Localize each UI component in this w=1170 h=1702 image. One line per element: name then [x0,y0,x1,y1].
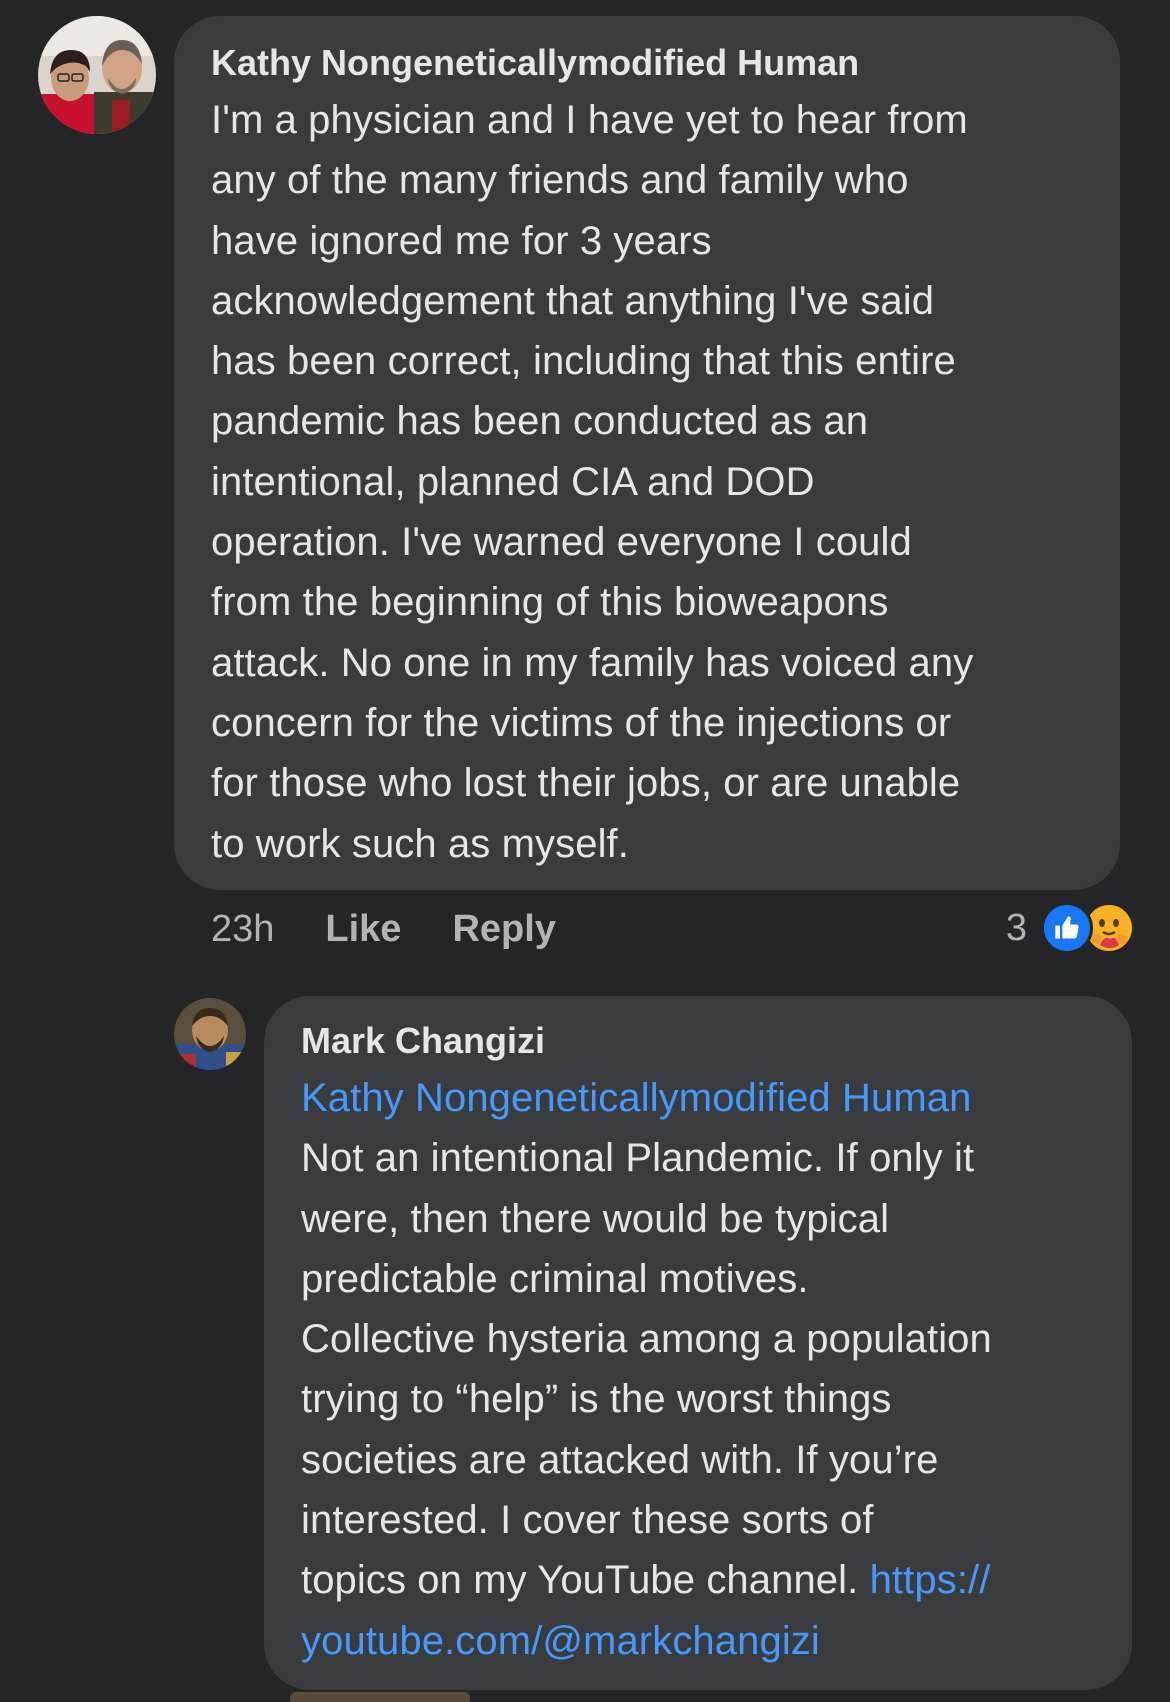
comment-line: has been correct, including that this en… [211,339,956,384]
youtube-link-part2[interactable]: youtube.com/@markchangizi [301,1619,820,1663]
comment-actions: 23h Like Reply [211,904,556,954]
comment-line: intentional, planned CIA and DOD [211,459,815,504]
reply-line: societies are attacked with. If you’re [301,1437,939,1482]
like-button[interactable]: Like [325,908,401,951]
comment-bubble: Kathy Nongeneticallymodified Human I'm a… [174,16,1120,890]
reply-line: Not an intentional Plandemic. If only it [301,1136,975,1181]
reply-line: Collective hysteria among a population [301,1317,992,1362]
reply-line: trying to “help” is the worst things [301,1377,892,1422]
reaction-count: 3 [1005,906,1027,949]
avatar-mark[interactable] [174,998,246,1070]
reply-body: Kathy Nongeneticallymodified Human Not a… [301,1068,1102,1671]
comment-line: have ignored me for 3 years [211,218,712,263]
avatar-photo [38,16,156,134]
reaction-summary[interactable]: 3 [1006,902,1135,954]
comment-line: pandemic has been conducted as an [211,399,869,444]
comment-line: for those who lost their jobs, or are un… [211,761,961,806]
next-comment-avatar-peek [290,1692,470,1702]
comment-author[interactable]: Kathy Nongeneticallymodified Human [211,40,1080,86]
reply-line: predictable criminal motives. [301,1256,809,1301]
mention-link[interactable]: Kathy Nongeneticallymodified Human [301,1076,971,1120]
reply-line: were, then there would be typical [301,1196,890,1241]
reply-button[interactable]: Reply [452,908,555,951]
comment-line: any of the many friends and family who [211,158,909,203]
thumbs-up-glyph [1055,916,1079,939]
comment-line: concern for the victims of the injection… [211,700,952,745]
comment-line: I'm a physician and I have yet to hear f… [211,98,968,142]
reply-bubble: Mark Changizi Kathy Nongeneticallymodifi… [264,996,1132,1690]
reply-line: interested. I cover these sorts of [301,1498,874,1543]
avatar-kathy[interactable] [38,16,156,134]
reply-line: topics on my YouTube channel. [301,1558,870,1603]
comment-body: I'm a physician and I have yet to hear f… [211,90,1080,874]
comment-timestamp[interactable]: 23h [211,908,274,951]
comment-line: attack. No one in my family has voiced a… [211,640,974,685]
comment-line: from the beginning of this bioweapons [211,580,889,625]
avatar-photo [174,998,246,1070]
reply-author[interactable]: Mark Changizi [301,1018,1102,1064]
like-icon [1041,902,1093,954]
comment-line: operation. I've warned everyone I could [211,520,912,565]
comment-line: to work such as myself. [211,821,629,866]
comment-line: acknowledgement that anything I've said [211,278,935,323]
youtube-link-part1[interactable]: https:// [870,1558,991,1602]
